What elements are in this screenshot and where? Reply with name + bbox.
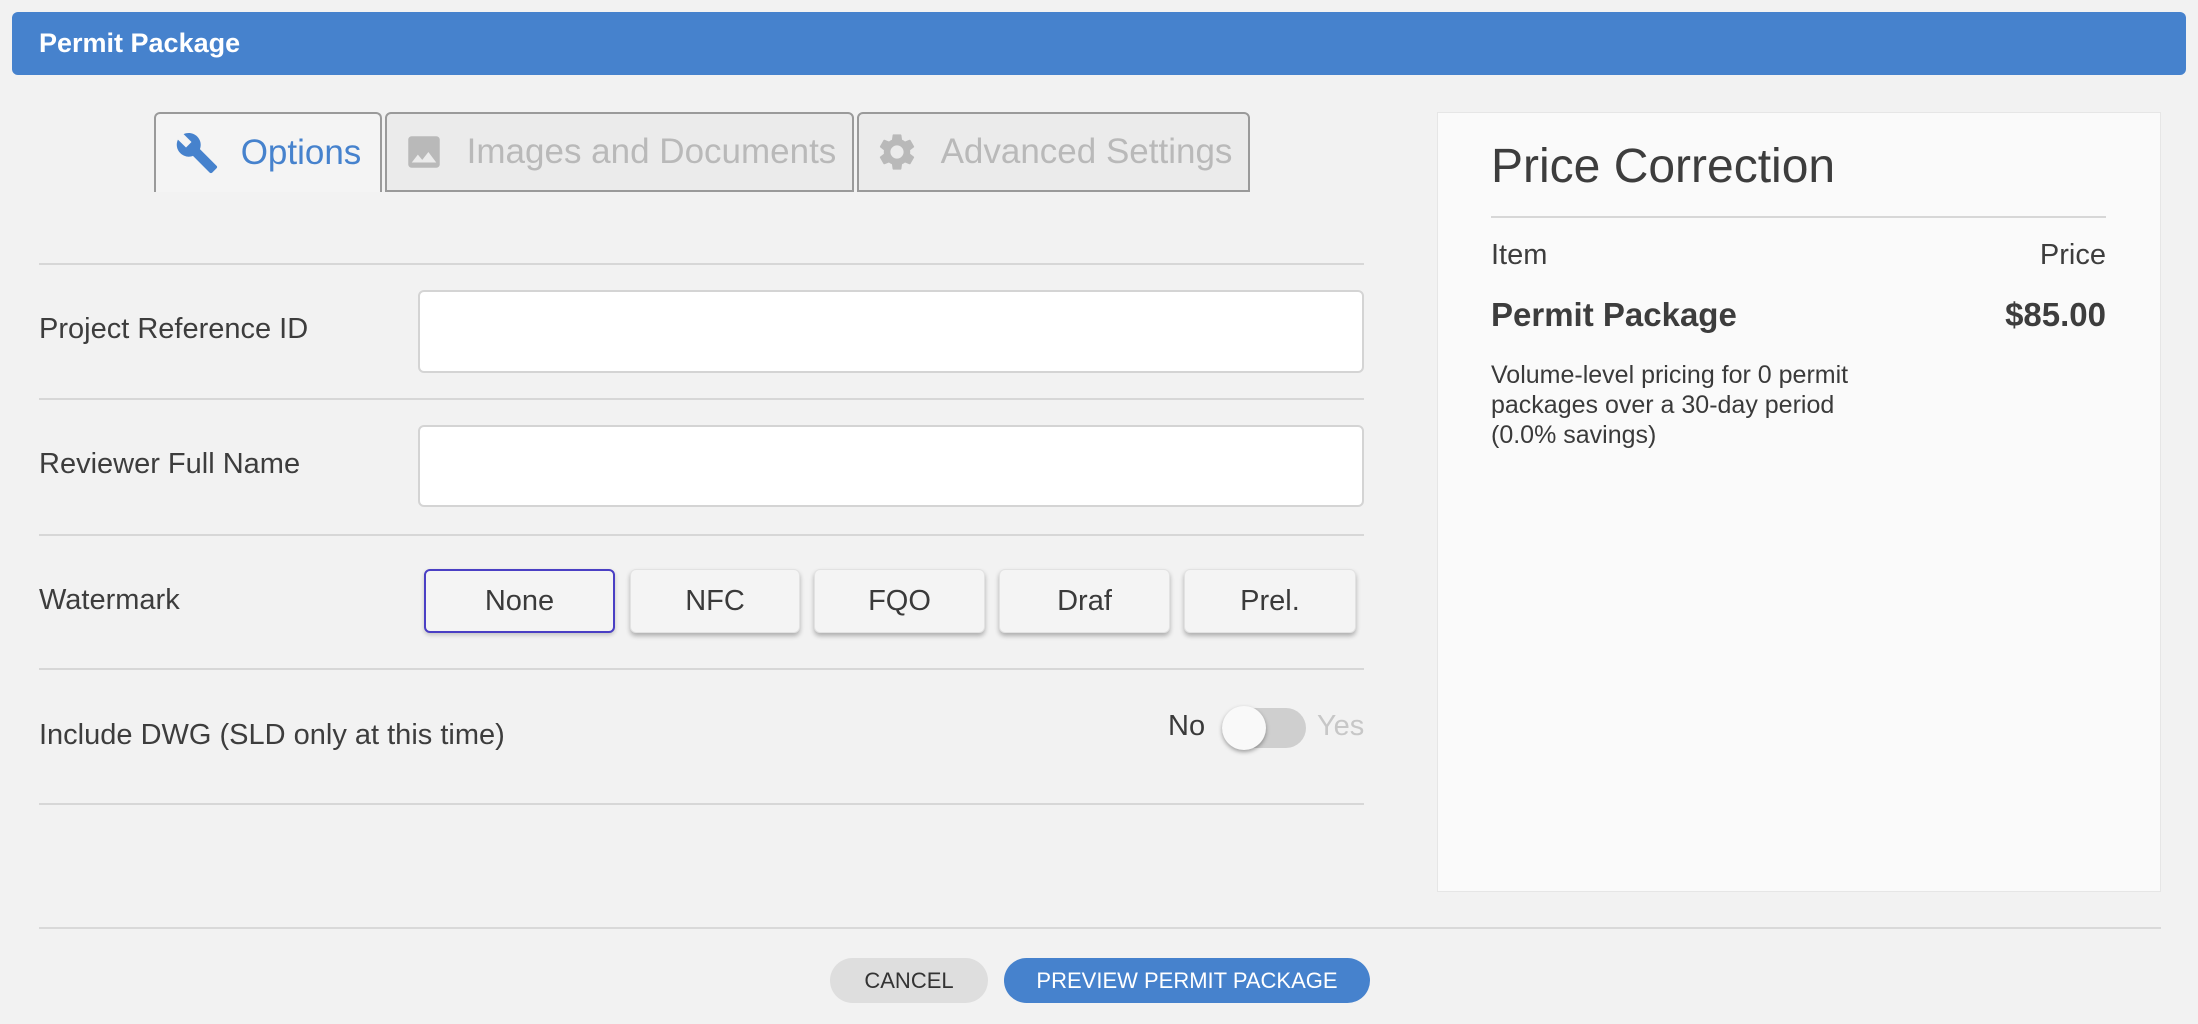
watermark-option-fqo[interactable]: FQO (814, 569, 985, 633)
divider (39, 263, 1364, 265)
reviewer-name-label: Reviewer Full Name (39, 448, 301, 480)
watermark-option-nfc[interactable]: NFC (630, 569, 800, 633)
price-column-item: Item (1491, 239, 1548, 271)
divider (39, 398, 1364, 400)
divider (1491, 216, 2106, 218)
include-dwg-label: Include DWG (SLD only at this time) (39, 719, 505, 751)
toggle-knob[interactable] (1222, 706, 1266, 750)
image-icon (407, 136, 440, 168)
cancel-button[interactable]: CANCEL (830, 958, 988, 1003)
include-dwg-toggle[interactable] (1222, 706, 1306, 750)
dialog-title: Permit Package (39, 28, 241, 58)
price-item-value: $85.00 (2005, 296, 2106, 333)
dialog-title-bar: Permit Package (12, 12, 2186, 75)
toggle-on-label: Yes (1317, 710, 1365, 742)
price-correction-panel: Price Correction Item Price Permit Packa… (1437, 112, 2161, 892)
divider (39, 668, 1364, 670)
gear-icon (879, 134, 914, 170)
tab-advanced-label: Advanced Settings (940, 132, 1233, 171)
watermark-option-none[interactable]: None (424, 569, 615, 633)
tab-options-label: Options (240, 133, 362, 172)
watermark-option-prel[interactable]: Prel. (1184, 569, 1356, 633)
tab-images-label: Images and Documents (466, 132, 837, 171)
reviewer-name-input[interactable] (418, 425, 1364, 507)
divider (39, 534, 1364, 536)
watermark-option-draf[interactable]: Draf (999, 569, 1170, 633)
tab-options[interactable]: Options (154, 112, 382, 192)
wrench-icon (176, 133, 217, 174)
price-column-price: Price (2039, 239, 2106, 271)
toggle-off-label: No (1168, 710, 1206, 742)
project-reference-input[interactable] (418, 290, 1364, 373)
divider (39, 803, 1364, 805)
footer-divider (39, 927, 2161, 929)
price-panel-title: Price Correction (1491, 140, 1836, 193)
tab-images-and-documents[interactable]: Images and Documents (385, 112, 854, 192)
watermark-label: Watermark (39, 584, 180, 616)
project-reference-label: Project Reference ID (39, 313, 309, 345)
volume-pricing-note: Volume-level pricing for 0 permit packag… (1491, 361, 1849, 449)
price-item-name: Permit Package (1491, 296, 1737, 333)
tab-advanced-settings[interactable]: Advanced Settings (857, 112, 1250, 192)
preview-permit-package-button[interactable]: PREVIEW PERMIT PACKAGE (1004, 958, 1370, 1003)
